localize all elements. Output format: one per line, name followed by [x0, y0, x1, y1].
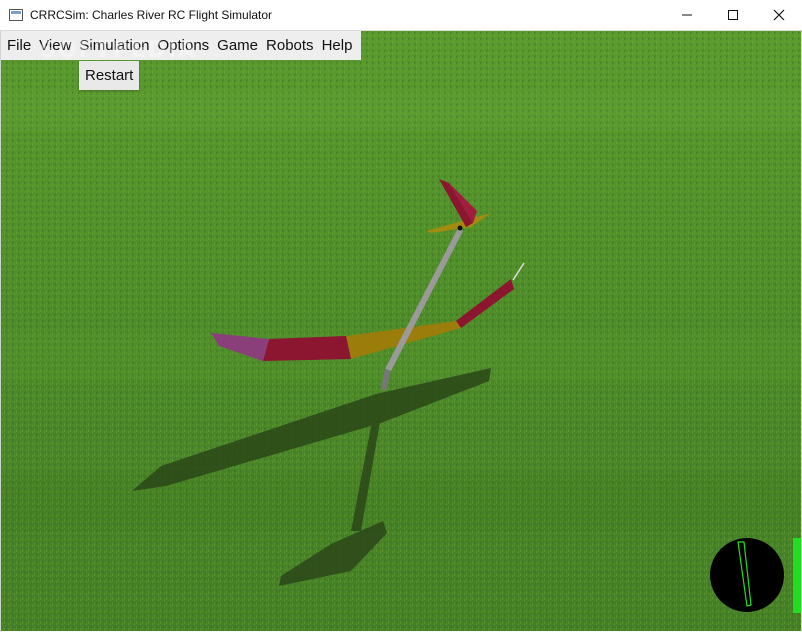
- simulation-viewport[interactable]: [1, 31, 801, 631]
- title-bar: CRRCSim: Charles River RC Flight Simulat…: [0, 0, 802, 31]
- menu-options[interactable]: Options: [153, 31, 213, 60]
- window-border-left: [0, 31, 1, 632]
- menu-robots[interactable]: Robots: [262, 31, 318, 60]
- menu-bar: File View Simulation Options Game Robots…: [1, 31, 362, 60]
- menu-help[interactable]: Help: [318, 31, 357, 60]
- throttle-bar: [793, 538, 801, 613]
- minimize-icon: [682, 14, 692, 16]
- menu-item-restart[interactable]: Restart: [79, 61, 139, 90]
- menu-file[interactable]: File: [3, 31, 35, 60]
- compass-icon: [710, 538, 784, 612]
- simulation-dropdown: Restart: [79, 61, 139, 90]
- scene-canvas: [1, 31, 801, 631]
- window-title: CRRCSim: Charles River RC Flight Simulat…: [30, 8, 273, 22]
- maximize-icon: [728, 10, 738, 20]
- menu-view[interactable]: View: [35, 31, 75, 60]
- close-icon: [773, 9, 785, 21]
- maximize-button[interactable]: [710, 0, 756, 30]
- app-icon: [9, 9, 23, 21]
- menu-game[interactable]: Game: [213, 31, 262, 60]
- close-button[interactable]: [756, 0, 802, 30]
- menu-simulation[interactable]: Simulation: [75, 31, 153, 60]
- minimize-button[interactable]: [664, 0, 710, 30]
